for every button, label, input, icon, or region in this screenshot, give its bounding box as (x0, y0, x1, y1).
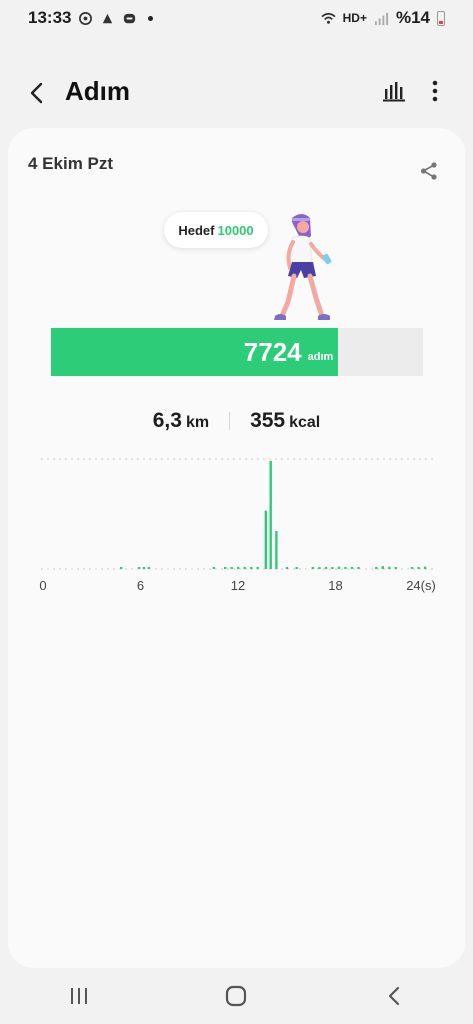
chart-bar (295, 567, 298, 569)
chart-bar (120, 567, 123, 569)
status-bar: 13:33 HD+ %14 (0, 0, 473, 36)
chart-bar (147, 567, 151, 569)
chart-bar (275, 531, 278, 569)
chart-bar (250, 567, 253, 569)
steps-card: 4 Ekim Pzt Hedef 10000 7724 adım 6,3 km … (8, 128, 465, 968)
chart-bar (357, 567, 360, 569)
chart-bar (230, 567, 233, 569)
chart-bar (381, 566, 385, 569)
chart-bar (331, 567, 334, 569)
chart-bar (337, 566, 341, 569)
chart-bar (394, 567, 398, 569)
chart-bar (344, 567, 347, 569)
chart-bar (243, 567, 246, 569)
signal-icon (374, 12, 389, 25)
nav-back-icon (389, 986, 400, 1006)
share-button[interactable] (416, 158, 442, 184)
wifi-icon (321, 12, 336, 24)
step-progress-fill: 7724 adım (51, 328, 339, 376)
more-vert-icon (432, 80, 438, 102)
goal-bubble: Hedef 10000 (164, 212, 268, 248)
back-button[interactable] (22, 78, 52, 108)
chart-bar (224, 567, 227, 569)
system-nav-bar (0, 968, 473, 1024)
chart-bar (324, 567, 328, 569)
chart-x-tick-label: 6 (137, 578, 144, 593)
page-title: Adım (65, 76, 130, 106)
bar-chart-button[interactable] (380, 77, 408, 105)
distance-value: 6,3 (152, 409, 182, 432)
distance-unit: km (185, 414, 210, 431)
more-options-button[interactable] (422, 77, 448, 105)
goal-value: 10000 (217, 222, 254, 238)
chart-bar (256, 567, 259, 569)
chart-x-tick-label: 18 (328, 578, 342, 593)
chart-bar (375, 567, 378, 569)
calories-unit: kcal (289, 414, 321, 431)
whatsapp-icon (79, 11, 93, 25)
calories-stat: 355 kcal (250, 409, 320, 433)
distance-stat: 6,3 km (153, 409, 209, 433)
chart-bar (285, 567, 289, 569)
chart-bar (318, 567, 321, 569)
step-progress-bar: 7724 adım (51, 328, 423, 376)
chart-bar (264, 510, 268, 569)
chart-bar (142, 567, 146, 569)
battery-icon (437, 10, 445, 26)
chart-bar (350, 567, 354, 569)
network-type: HD+ (342, 11, 367, 25)
app-header: Adım (0, 62, 473, 122)
chart-x-ticks: 0 6 12 18 24(s) (39, 578, 435, 593)
battery-percent: %14 (395, 8, 430, 27)
home-button[interactable] (216, 976, 256, 1016)
chart-x-tick-label: 0 (39, 578, 46, 593)
share-icon (420, 162, 437, 180)
step-unit: adım (307, 351, 334, 363)
chart-x-tick-label: 24(s) (406, 578, 436, 593)
date-label: 4 Ekim Pzt (28, 154, 114, 173)
calories-value: 355 (250, 409, 286, 432)
stat-divider (229, 412, 231, 430)
stats-row: 6,3 km 355 kcal (8, 406, 465, 436)
chart-bar (410, 567, 414, 569)
step-count: 7724 adım (244, 328, 334, 376)
chart-bar (137, 567, 141, 569)
chart-bar (311, 567, 315, 569)
step-number: 7724 (243, 336, 302, 367)
recent-apps-button[interactable] (59, 976, 99, 1016)
chart-x-tick-label: 12 (231, 578, 245, 593)
status-left: 13:33 (28, 8, 154, 28)
recent-apps-icon (70, 988, 87, 1004)
chart-bar (237, 567, 240, 569)
chart-bar (388, 566, 391, 569)
status-time: 13:33 (28, 8, 72, 27)
chart-bar (417, 567, 420, 569)
chart-bar (423, 566, 427, 569)
back-arrow-icon (30, 82, 43, 104)
hourly-steps-chart: 0 6 12 18 24(s) (39, 458, 436, 593)
status-right: HD+ %14 (321, 8, 445, 28)
messenger-icon (124, 13, 136, 23)
chart-bar (212, 567, 216, 569)
home-icon (226, 985, 247, 1007)
goal-label: Hedef (178, 222, 215, 238)
bar-chart-icon (383, 82, 405, 102)
notification-dot (148, 15, 154, 21)
chart-bar (269, 461, 272, 569)
chart-bars (120, 461, 427, 569)
lens-icon (103, 13, 113, 23)
nav-back-button[interactable] (374, 976, 414, 1016)
walking-person-illustration (274, 214, 332, 320)
